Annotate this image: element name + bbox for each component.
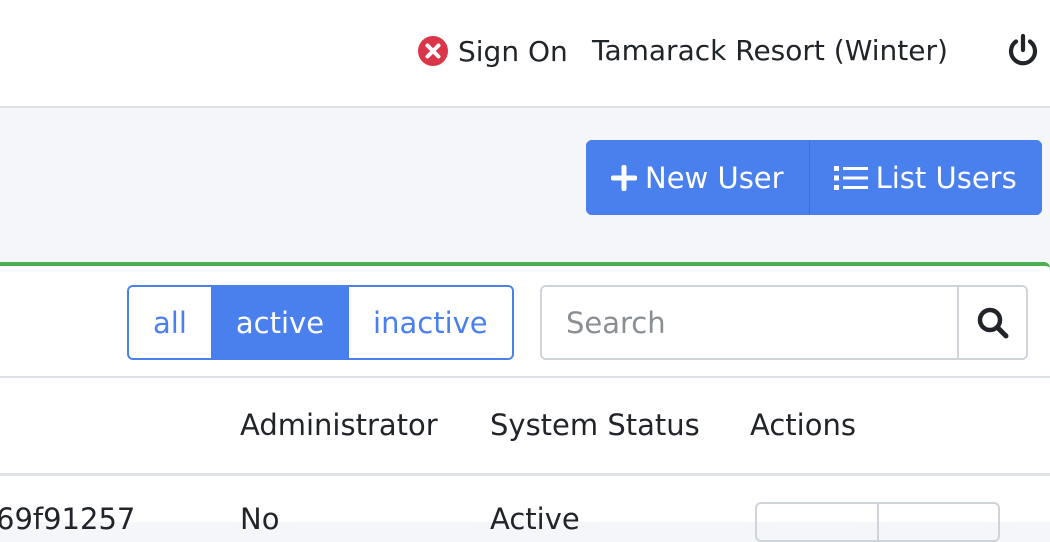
status-filter-group: all active inactive bbox=[127, 285, 514, 360]
filter-inactive-button[interactable]: inactive bbox=[348, 287, 512, 358]
row-administrator-cell: No bbox=[240, 502, 280, 536]
power-icon[interactable] bbox=[1005, 32, 1041, 68]
search-icon bbox=[977, 307, 1008, 338]
list-icon bbox=[833, 165, 868, 191]
list-users-label: List Users bbox=[875, 160, 1017, 195]
search-button[interactable] bbox=[957, 287, 1026, 358]
row-action-buttons[interactable] bbox=[755, 502, 1000, 542]
column-administrator[interactable]: Administrator bbox=[240, 408, 438, 442]
column-actions: Actions bbox=[750, 408, 856, 442]
column-system-status[interactable]: System Status bbox=[490, 408, 700, 442]
search-input[interactable] bbox=[542, 287, 957, 358]
user-actions-group: New User List Users bbox=[586, 140, 1042, 215]
top-navbar: Sign On Tamarack Resort (Winter) bbox=[0, 0, 1050, 108]
sign-on-status[interactable]: Sign On bbox=[417, 30, 568, 72]
filter-active-button[interactable]: active bbox=[210, 287, 349, 358]
new-user-button[interactable]: New User bbox=[586, 140, 809, 215]
plus-icon bbox=[611, 164, 637, 191]
sign-on-label: Sign On bbox=[458, 34, 568, 68]
new-user-label: New User bbox=[645, 160, 784, 195]
row-action-dropdown[interactable] bbox=[876, 504, 999, 540]
search-box bbox=[540, 285, 1028, 360]
x-circle-icon bbox=[418, 36, 448, 66]
row-action-button[interactable] bbox=[757, 504, 877, 540]
row-status-cell: Active bbox=[490, 502, 580, 536]
filter-all-button[interactable]: all bbox=[129, 287, 211, 358]
resort-name[interactable]: Tamarack Resort (Winter) bbox=[592, 30, 948, 72]
row-id-cell: 69f91257 bbox=[0, 502, 136, 536]
list-users-button[interactable]: List Users bbox=[808, 140, 1042, 215]
table-header: Administrator System Status Actions bbox=[0, 376, 1050, 476]
users-card: all active inactive Administrator System… bbox=[0, 262, 1050, 542]
